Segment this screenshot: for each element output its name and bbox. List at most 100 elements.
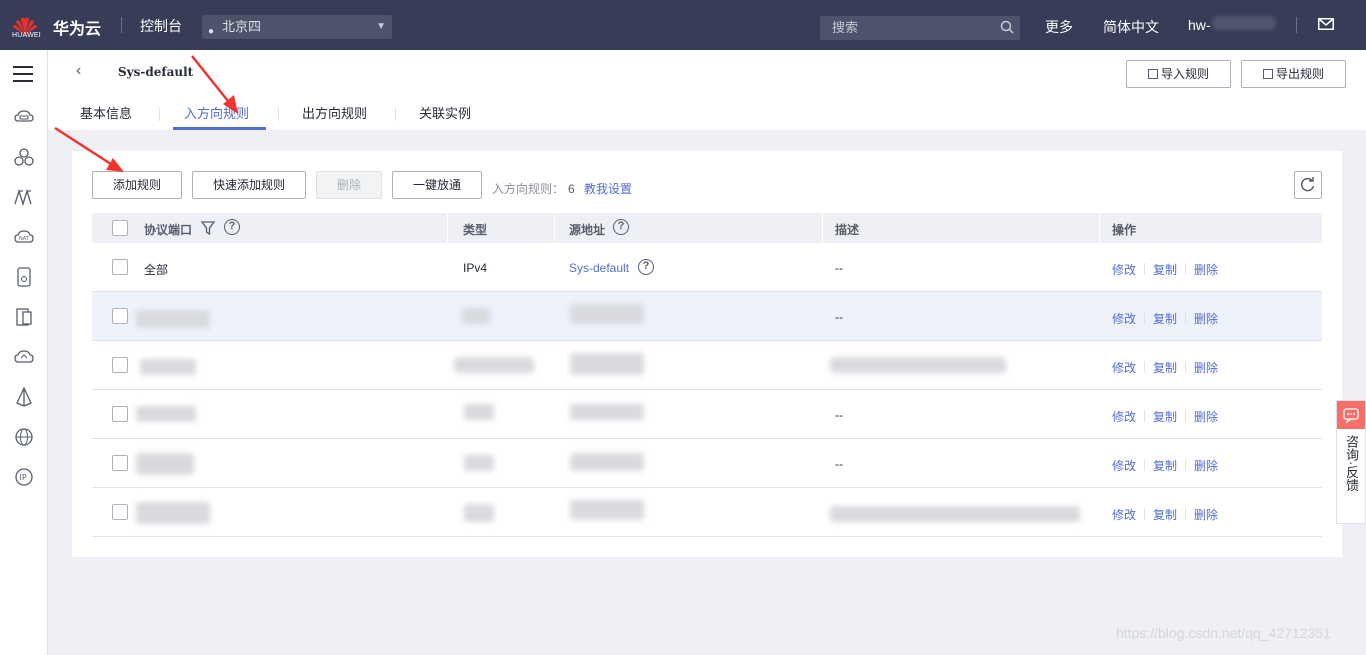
copy-link[interactable]: 复制 [1153,408,1177,425]
delete-link[interactable]: 删除 [1194,261,1218,278]
column-divider [1099,213,1100,243]
table-row: 修改 复制 删除 [92,488,1322,537]
modify-link[interactable]: 修改 [1112,457,1136,474]
add-rule-button[interactable]: 添加规则 [92,171,182,199]
copy-link[interactable]: 复制 [1153,506,1177,523]
chevron-down-icon: ▼ [376,21,386,32]
description-cell: -- [835,408,843,422]
row-checkbox[interactable] [112,406,128,422]
row-checkbox[interactable] [112,357,128,373]
source-link[interactable]: Sys-default [569,261,629,275]
region-selector[interactable]: ● 北京四 ▼ [202,15,392,39]
copy-link[interactable]: 复制 [1153,310,1177,327]
column-divider [554,213,555,243]
action-divider [1185,312,1186,324]
redacted-type [464,455,494,471]
network-icon[interactable] [13,186,35,208]
select-all-checkbox[interactable] [112,220,128,236]
description-cell: -- [835,457,843,471]
back-arrow-icon[interactable]: ‹ [76,62,81,80]
storage-icon[interactable] [13,266,35,288]
globe-icon[interactable] [13,426,35,448]
modify-link[interactable]: 修改 [1112,408,1136,425]
column-divider [822,213,823,243]
pyramid-icon[interactable] [13,386,35,408]
modify-link[interactable]: 修改 [1112,261,1136,278]
redacted-protocol [136,406,196,422]
redacted-source [570,404,644,420]
modify-link[interactable]: 修改 [1112,310,1136,327]
page-title: Sys-default [118,65,194,79]
delete-link[interactable]: 删除 [1194,310,1218,327]
row-checkbox[interactable] [112,308,128,324]
tab-basic-info[interactable]: 基本信息 [80,103,132,122]
elastic-ip-icon[interactable]: IP [13,466,35,488]
action-divider [1185,508,1186,520]
search-icon[interactable] [1000,20,1014,34]
refresh-button[interactable] [1294,171,1322,199]
cluster-icon[interactable] [13,146,35,168]
delete-link[interactable]: 删除 [1194,506,1218,523]
action-divider [1185,410,1186,422]
row-checkbox[interactable] [112,504,128,520]
cloud-icon[interactable] [13,346,35,368]
location-pin-icon: ● [208,26,215,37]
mail-icon[interactable] [1318,18,1334,30]
action-divider [1144,508,1145,520]
description-cell: -- [835,310,843,324]
modify-link[interactable]: 修改 [1112,506,1136,523]
user-menu[interactable]: hw- [1188,17,1211,33]
help-icon[interactable]: ? [224,219,240,235]
copy-link[interactable]: 复制 [1153,261,1177,278]
redacted-description [830,506,1080,522]
search-input[interactable]: 搜索 [820,16,1020,40]
document-icon[interactable] [13,306,35,328]
type-cell: IPv4 [463,261,488,275]
filter-icon[interactable] [200,220,216,236]
logo-text: HUAWEI [12,32,41,39]
row-checkbox[interactable] [112,259,128,275]
table-row: 修改 复制 删除 [92,341,1322,390]
tab-associated-instances[interactable]: 关联实例 [419,103,471,122]
watermark: https://blog.csdn.net/qq_42712351 [1116,625,1331,641]
column-type: 类型 [463,223,488,237]
delete-link[interactable]: 删除 [1194,359,1218,376]
tab-inbound-rules[interactable]: 入方向规则 [184,103,249,122]
action-divider [1144,263,1145,275]
delete-link[interactable]: 删除 [1194,457,1218,474]
left-sidebar: NAT IP [0,50,48,655]
brand-name[interactable]: 华为云 [53,15,101,39]
table-row: -- 修改 复制 删除 [92,292,1322,341]
cloud-gateway-icon[interactable]: NAT [13,226,35,248]
redacted-protocol [136,453,194,475]
help-icon[interactable]: ? [613,219,629,235]
redacted-username [1212,16,1276,30]
tab-divider [278,107,279,121]
language-selector[interactable]: 简体中文 [1103,17,1159,37]
redacted-type [464,504,494,522]
help-link[interactable]: 教我设置 [584,180,632,197]
allow-all-button[interactable]: 一键放通 [392,171,482,199]
action-divider [1144,410,1145,422]
more-menu[interactable]: 更多 [1045,17,1073,37]
action-divider [1185,263,1186,275]
protocol-cell: 全部 [144,263,169,277]
feedback-widget[interactable]: 咨询·反馈 [1336,400,1366,524]
row-checkbox[interactable] [112,455,128,471]
rule-count: 入方向规则： 6 [492,182,575,196]
quick-add-rule-button[interactable]: 快速添加规则 [192,171,306,199]
help-icon[interactable]: ? [638,259,654,275]
modify-link[interactable]: 修改 [1112,359,1136,376]
import-rules-button[interactable]: 导入规则 [1126,60,1231,88]
delete-link[interactable]: 删除 [1194,408,1218,425]
copy-link[interactable]: 复制 [1153,359,1177,376]
copy-link[interactable]: 复制 [1153,457,1177,474]
tab-divider [395,107,396,121]
cloud-server-icon[interactable] [13,106,35,128]
delete-button[interactable]: 删除 [316,171,382,199]
console-link[interactable]: 控制台 [140,16,182,36]
export-rules-button[interactable]: 导出规则 [1241,60,1346,88]
menu-icon[interactable] [13,66,33,82]
action-divider [1144,312,1145,324]
tab-outbound-rules[interactable]: 出方向规则 [302,103,367,122]
